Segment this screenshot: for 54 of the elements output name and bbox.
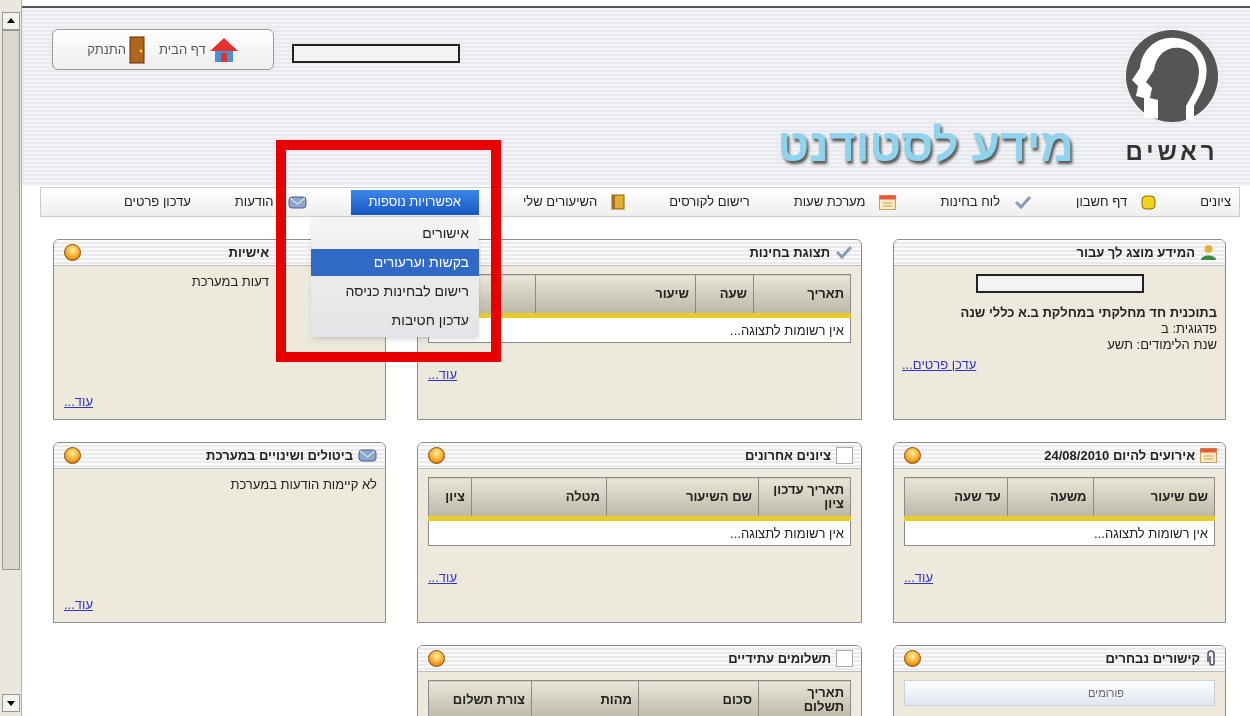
- logo-text: ראשים: [1125, 137, 1219, 167]
- message-text: דעות במערכת: [191, 273, 269, 291]
- details-link[interactable]: עדכן פרטים...: [902, 355, 977, 375]
- more-link[interactable]: עוד...: [64, 594, 93, 614]
- menu-item[interactable]: אישורים: [310, 219, 479, 247]
- info-text: בתוכנית חד מחלקתי במחלקת ב.א כללי שנה: [960, 305, 1217, 321]
- column-header: צורת תשלום: [428, 680, 532, 716]
- column-header: מטלה: [471, 477, 607, 519]
- panel-title: אישיות: [228, 243, 269, 262]
- panel-title: המידע מוצג לך עבור: [1076, 243, 1195, 262]
- panel-title: תשלומים עתידיים: [728, 649, 831, 668]
- more-link[interactable]: עוד...: [428, 365, 457, 385]
- site-title: מידע לסטודנט: [777, 122, 1074, 168]
- column-header: מהות: [531, 680, 639, 716]
- column-header: תאריך תשלום: [758, 680, 851, 716]
- column-header: סכום: [638, 680, 759, 716]
- panel-title: קישורים נבחרים: [1105, 649, 1200, 668]
- more-link[interactable]: עוד...: [64, 391, 93, 411]
- link-item[interactable]: פורומים: [904, 680, 1215, 706]
- column-header: שם השיעור: [606, 477, 759, 519]
- info-text: פדגוגית: ב: [1161, 321, 1217, 337]
- nav-tab[interactable]: רישום לקורסים: [669, 192, 750, 212]
- more-link[interactable]: עוד...: [904, 568, 933, 588]
- column-header: ציון: [428, 477, 472, 519]
- column-header: שיעור: [535, 274, 696, 316]
- empty-table-message: אין רשומות לתצוגה...: [730, 526, 844, 541]
- column-header: עד שעה: [904, 477, 1008, 519]
- menu-item[interactable]: רישום לבחינות כניסה: [310, 277, 479, 305]
- home-button[interactable]: דף הבית: [159, 35, 239, 64]
- nav-tab[interactable]: דף חשבון: [1076, 192, 1157, 212]
- logout-button[interactable]: התנתק: [87, 35, 145, 64]
- panel-title: תצוגת בחינות: [749, 243, 830, 262]
- more-link[interactable]: עוד...: [428, 568, 457, 588]
- nav-tab[interactable]: הודעות: [234, 192, 307, 212]
- column-header: תאריך: [753, 274, 851, 316]
- nav-tab[interactable]: השיעורים שלי: [523, 192, 626, 212]
- message-text: לא קיימות הודעות במערכת: [230, 476, 377, 494]
- empty-table-message: אין רשומות לתצוגה...: [1094, 526, 1208, 541]
- column-header: משעה: [1007, 477, 1094, 519]
- empty-table-message: אין רשומות לתצוגה...: [730, 323, 844, 338]
- column-header: תאריך עדכון ציון: [758, 477, 851, 519]
- nav-tab[interactable]: מערכת שעות: [793, 192, 897, 212]
- column-header: שעה: [695, 274, 754, 316]
- menu-item[interactable]: בקשות וערעורים: [310, 248, 479, 276]
- info-text: שנת הלימודים: תשע: [1107, 337, 1217, 353]
- panel-title: ביטולים ושינויים במערכת: [206, 446, 353, 465]
- nav-tab[interactable]: ציונים: [1200, 192, 1231, 212]
- nav-tab[interactable]: עדכון פרטים: [124, 192, 191, 212]
- nav-tab[interactable]: אפשרויות נוספות: [350, 189, 479, 215]
- panel-title: ציונים אחרונים: [744, 446, 831, 465]
- nav-tab[interactable]: לוח בחינות: [940, 192, 1033, 212]
- column-header: שם שיעור: [1093, 477, 1215, 519]
- panel-title: אירועים להיום 24/08/2010: [1044, 446, 1195, 465]
- menu-item[interactable]: עדכון חטיבות: [310, 306, 479, 334]
